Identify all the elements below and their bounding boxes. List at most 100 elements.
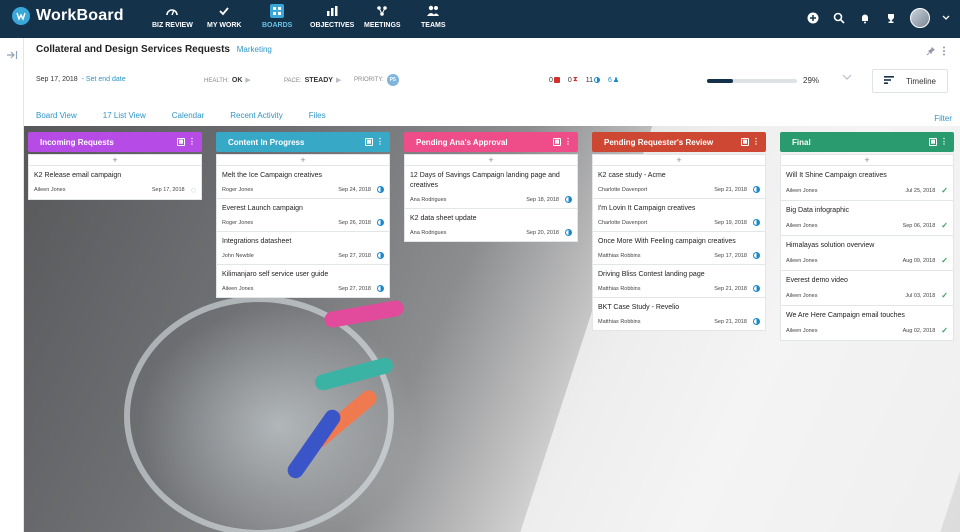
add-icon[interactable] [806, 11, 820, 25]
overdue-count[interactable]: 0 [549, 77, 560, 84]
card[interactable]: Big Data infographic Aileen Jones Sep 06,… [780, 201, 954, 236]
status-done-check-icon[interactable]: ✓ [941, 291, 948, 300]
card[interactable]: K2 Release email campaign Aileen Jones S… [28, 166, 202, 200]
status-in-progress-icon[interactable] [753, 219, 760, 226]
card[interactable]: Himalayas solution overview Aileen Jones… [780, 236, 954, 271]
chevron-down-icon[interactable] [942, 11, 950, 25]
column-header[interactable]: Final ▦ ⋮ [780, 132, 954, 152]
column-menu-icon[interactable]: ⋮ [188, 138, 196, 146]
nav-objectives[interactable]: OBJECTIVES [310, 3, 354, 35]
status-in-progress-icon[interactable] [565, 229, 572, 236]
more-options-icon[interactable] [942, 46, 946, 59]
card-title: Everest Launch campaign [222, 205, 303, 212]
workboard-logo[interactable]: WorkBoard [12, 7, 124, 25]
add-card-button[interactable]: + [404, 154, 578, 166]
column-header[interactable]: Content In Progress ▦ ⋮ [216, 132, 390, 152]
in-progress-icon [594, 77, 601, 83]
column-header[interactable]: Pending Requester's Review ▦ ⋮ [592, 132, 766, 152]
card[interactable]: K2 data sheet update Ana Rodrigues Sep 20… [404, 209, 578, 242]
nav-meetings[interactable]: MEETINGS [364, 3, 401, 35]
column-header[interactable]: Pending Ana's Approval ▦ ⋮ [404, 132, 578, 152]
card[interactable]: BKT Case Study - Revelio Matthias Robbin… [592, 298, 766, 331]
card[interactable]: 12 Days of Savings Campaign landing page… [404, 166, 578, 209]
card[interactable]: Everest demo video Aileen Jones Jul 03, 2… [780, 271, 954, 306]
card[interactable]: I'm Lovin It Campaign creatives Charlott… [592, 199, 766, 232]
priority-badge: P5 [386, 74, 399, 86]
board-team-link[interactable]: Marketing [237, 45, 272, 54]
column-menu-icon[interactable]: ⋮ [752, 138, 760, 146]
card[interactable]: Once More With Feeling campaign creative… [592, 232, 766, 265]
card[interactable]: Kilimanjaro self service user guide Aile… [216, 265, 390, 298]
status-in-progress-icon[interactable] [377, 252, 384, 259]
status-in-progress-icon[interactable] [565, 196, 572, 203]
status-done-check-icon[interactable]: ✓ [941, 326, 948, 335]
filter-link[interactable]: Filter [934, 114, 952, 123]
card-owner: Aileen Jones [786, 257, 818, 264]
bell-icon[interactable] [858, 11, 872, 25]
card[interactable]: K2 case study - Acme Charlotte Davenport… [592, 166, 766, 199]
card-footer: Aileen Jones Aug 09, 2018 ✓ [786, 256, 948, 265]
nav-boards[interactable]: BOARDS [262, 3, 292, 35]
column-settings-icon[interactable]: ▦ [741, 138, 749, 146]
nav-biz-review[interactable]: BIZ REVIEW [152, 3, 193, 35]
people-count[interactable]: 6 ♟ [608, 76, 619, 85]
status-in-progress-icon[interactable] [753, 285, 760, 292]
trophy-icon[interactable] [884, 11, 898, 25]
pin-icon[interactable] [926, 46, 936, 59]
column-settings-icon[interactable]: ▦ [553, 138, 561, 146]
board-title: Collateral and Design Services Requests … [36, 44, 272, 55]
column-settings-icon[interactable]: ▦ [929, 138, 937, 146]
chevron-down-icon[interactable] [842, 73, 852, 84]
add-card-button[interactable]: + [28, 154, 202, 166]
search-icon[interactable] [832, 11, 846, 25]
in-progress-count[interactable]: 11 [586, 77, 601, 84]
tab-recent-activity[interactable]: Recent Activity [230, 111, 282, 120]
overdue-count-value: 0 [549, 76, 553, 84]
add-card-button[interactable]: + [780, 154, 954, 166]
card[interactable]: Melt the Ice Campaign creatives Roger Jo… [216, 166, 390, 199]
expand-sidebar-icon[interactable] [6, 50, 18, 63]
tab-board-view[interactable]: Board View [36, 111, 77, 120]
pace-field[interactable]: PACE: STEADY ▶ [284, 76, 341, 84]
nav-teams[interactable]: TEAMS [421, 3, 446, 35]
column-actions: ▦ ⋮ [365, 138, 384, 146]
add-card-button[interactable]: + [216, 154, 390, 166]
status-in-progress-icon[interactable] [753, 252, 760, 259]
card[interactable]: Integrations datasheet John Newble Sep 27… [216, 232, 390, 265]
column-menu-icon[interactable]: ⋮ [376, 138, 384, 146]
timeline-button[interactable]: Timeline [872, 69, 948, 93]
column-settings-icon[interactable]: ▦ [177, 138, 185, 146]
set-end-date-link[interactable]: - Set end date [82, 76, 126, 83]
column-settings-icon[interactable]: ▦ [365, 138, 373, 146]
card-footer: Charlotte Davenport Sep 21, 2018 [598, 186, 760, 193]
nav-my-work[interactable]: MY WORK [207, 3, 241, 35]
status-done-check-icon[interactable]: ✓ [941, 221, 948, 230]
status-in-progress-icon[interactable] [377, 186, 384, 193]
card[interactable]: We Are Here Campaign email touches Ailee… [780, 306, 954, 341]
status-in-progress-icon[interactable] [377, 219, 384, 226]
card[interactable]: Driving Bliss Contest landing page Matth… [592, 265, 766, 298]
column-incoming-requests: Incoming Requests ▦ ⋮ + K2 Release email… [28, 132, 202, 200]
card[interactable]: Everest Launch campaign Roger Jones Sep 2… [216, 199, 390, 232]
status-done-check-icon[interactable]: ✓ [941, 256, 948, 265]
column-menu-icon[interactable]: ⋮ [940, 138, 948, 146]
status-not-started-icon[interactable]: ◇ [191, 186, 196, 194]
status-in-progress-icon[interactable] [753, 186, 760, 193]
add-card-button[interactable]: + [592, 154, 766, 166]
column-header[interactable]: Incoming Requests ▦ ⋮ [28, 132, 202, 152]
status-in-progress-icon[interactable] [377, 285, 384, 292]
people-count-value: 6 [608, 76, 612, 84]
health-label: HEALTH: [204, 78, 229, 84]
priority-field[interactable]: PRIORITY: P5 [354, 74, 399, 86]
status-in-progress-icon[interactable] [753, 318, 760, 325]
user-avatar[interactable] [910, 8, 930, 28]
health-field[interactable]: HEALTH: OK ▶ [204, 76, 251, 84]
tab-calendar[interactable]: Calendar [172, 111, 204, 120]
status-done-check-icon[interactable]: ✓ [941, 186, 948, 195]
tab-files[interactable]: Files [309, 111, 326, 120]
late-count[interactable]: 0 ⧗ [568, 76, 578, 84]
priority-label: PRIORITY: [354, 77, 384, 83]
card[interactable]: Will It Shine Campaign creatives Aileen … [780, 166, 954, 201]
tab-list-view[interactable]: 17 List View [103, 111, 146, 120]
column-menu-icon[interactable]: ⋮ [564, 138, 572, 146]
